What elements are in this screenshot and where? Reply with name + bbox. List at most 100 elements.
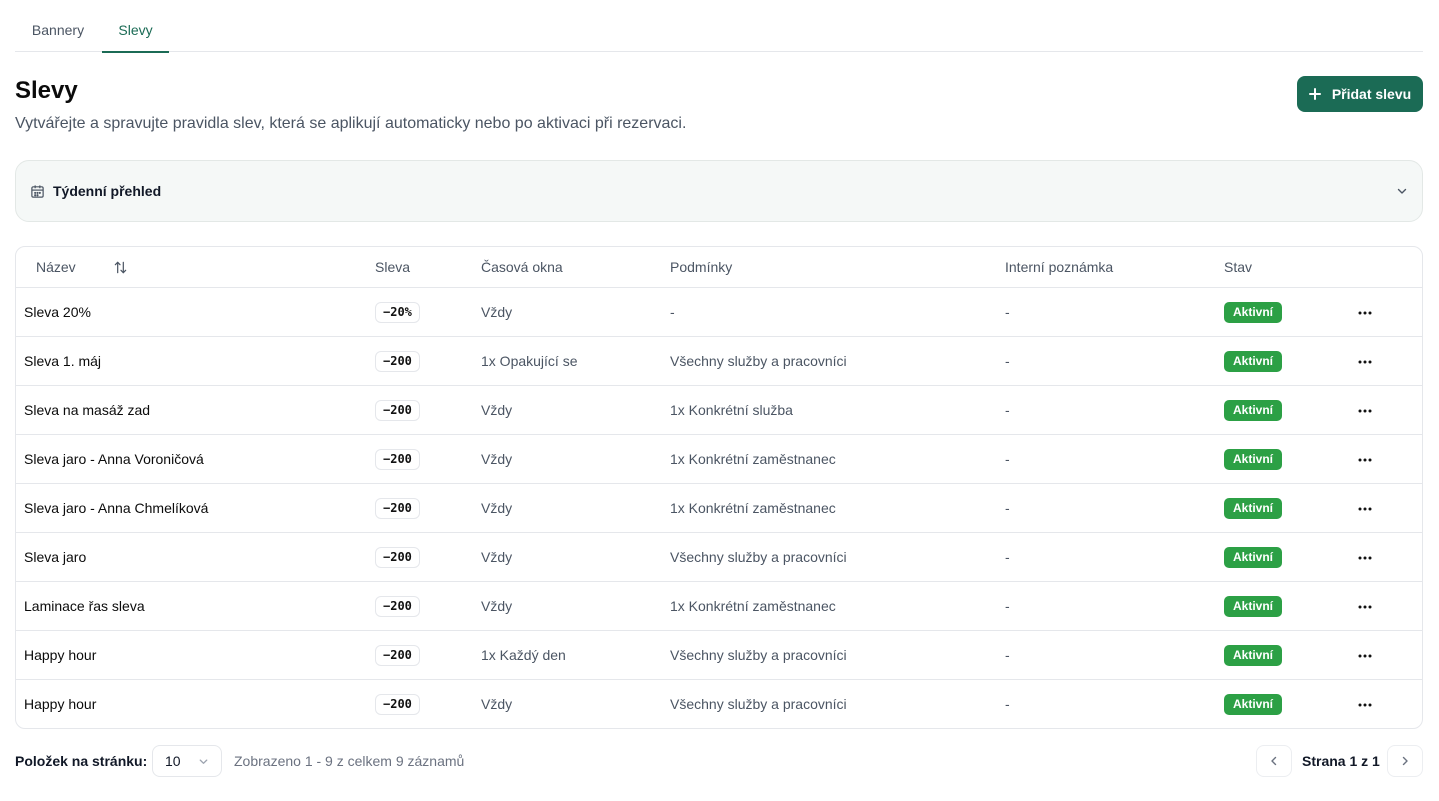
discount-value-cell: −200 (375, 435, 420, 484)
status-cell: Aktivní (1224, 631, 1283, 680)
time-windows-cell: 1x Opakující se (481, 353, 578, 369)
page-size-value: 10 (165, 753, 181, 769)
conditions-cell: 1x Konkrétní zaměstnanec (670, 500, 836, 516)
conditions-cell: Všechny služby a pracovníci (670, 647, 847, 663)
add-discount-button[interactable]: Přidat slevu (1297, 76, 1423, 112)
plus-icon (1308, 88, 1321, 100)
table-body: Sleva 20% −20% Vždy - - Aktivní Sleva 1. máj −2… (16, 288, 1422, 728)
status-badge: Aktivní (1224, 448, 1283, 470)
conditions-cell: Všechny služby a pracovníci (670, 353, 847, 369)
column-header-time-windows: Časová okna (481, 259, 563, 275)
discount-badge: −200 (375, 693, 420, 715)
discount-badge: −200 (375, 644, 420, 666)
time-windows-cell: Vždy (481, 451, 513, 467)
note-cell: - (1005, 549, 1010, 565)
time-windows-cell: Vždy (481, 549, 513, 565)
discount-name: Laminace řas sleva (24, 598, 145, 614)
conditions-cell: Všechny služby a pracovníci (670, 696, 847, 712)
row-actions-button[interactable] (1354, 551, 1376, 565)
chevron-down-icon (1397, 188, 1407, 194)
column-header-name[interactable]: Název (36, 247, 127, 288)
page-title: Slevy (15, 77, 78, 104)
status-cell: Aktivní (1224, 582, 1283, 631)
table-row[interactable]: Sleva jaro −200 Vždy Všechny služby a praco… (16, 533, 1422, 582)
column-header-discount: Sleva (375, 259, 411, 275)
status-cell: Aktivní (1224, 680, 1283, 728)
table-row[interactable]: Sleva jaro - Anna Voroničová −200 Vždy 1x K… (16, 435, 1422, 484)
row-actions-button[interactable] (1354, 404, 1376, 418)
more-horizontal-icon (1358, 311, 1372, 315)
conditions-cell: - (670, 304, 675, 320)
table-row[interactable]: Happy hour −200 1x Každý den Všechny služby… (16, 631, 1422, 680)
row-actions-button[interactable] (1354, 355, 1376, 369)
discount-name: Sleva jaro - Anna Chmelíková (24, 500, 209, 516)
discount-name: Sleva 1. máj (24, 353, 102, 369)
weekly-overview-accordion[interactable]: Týdenní přehled (15, 160, 1423, 222)
status-cell: Aktivní (1224, 386, 1283, 435)
row-actions-button[interactable] (1354, 600, 1376, 614)
previous-page-button[interactable] (1256, 745, 1292, 777)
tab-bar: Bannery Slevy (15, 0, 1423, 53)
status-badge: Aktivní (1224, 301, 1283, 323)
status-cell: Aktivní (1224, 435, 1283, 484)
discount-value-cell: −200 (375, 484, 420, 533)
discount-badge: −200 (375, 546, 420, 568)
page-size-select[interactable]: 10 (152, 745, 222, 777)
chevron-down-icon (199, 758, 208, 764)
status-badge: Aktivní (1224, 497, 1283, 519)
more-horizontal-icon (1358, 605, 1372, 609)
more-horizontal-icon (1358, 654, 1372, 658)
discount-name: Happy hour (24, 696, 97, 712)
row-actions-cell (1354, 533, 1376, 582)
note-cell: - (1005, 304, 1010, 320)
time-windows-cell: 1x Každý den (481, 647, 566, 663)
row-actions-cell (1354, 435, 1376, 484)
table-row[interactable]: Sleva na masáž zad −200 Vždy 1x Konkrétní s… (16, 386, 1422, 435)
time-windows-cell: Vždy (481, 696, 513, 712)
column-header-name-label: Název (36, 259, 76, 275)
discount-value-cell: −20% (375, 288, 420, 337)
tab-bannery[interactable]: Bannery (15, 0, 101, 52)
page-indicator: Strana 1 z 1 (1302, 753, 1380, 769)
row-actions-button[interactable] (1354, 698, 1376, 712)
row-actions-button[interactable] (1354, 453, 1376, 467)
discount-name: Happy hour (24, 647, 97, 663)
row-actions-cell (1354, 337, 1376, 386)
table-row[interactable]: Sleva 1. máj −200 1x Opakující se Všechny s… (16, 337, 1422, 386)
calendar-icon (31, 184, 44, 198)
sort-icon (114, 261, 127, 274)
row-actions-button[interactable] (1354, 502, 1376, 516)
row-actions-cell (1354, 680, 1376, 728)
tab-slevy[interactable]: Slevy (102, 0, 169, 53)
more-horizontal-icon (1358, 703, 1372, 707)
table-row[interactable]: Sleva jaro - Anna Chmelíková −200 Vždy 1x K… (16, 484, 1422, 533)
chevron-left-icon (1271, 756, 1277, 766)
note-cell: - (1005, 500, 1010, 516)
note-cell: - (1005, 647, 1010, 663)
row-actions-button[interactable] (1354, 649, 1376, 663)
discount-value-cell: −200 (375, 631, 420, 680)
more-horizontal-icon (1358, 507, 1372, 511)
more-horizontal-icon (1358, 458, 1372, 462)
status-badge: Aktivní (1224, 546, 1283, 568)
next-page-button[interactable] (1387, 745, 1423, 777)
row-actions-cell (1354, 631, 1376, 680)
chevron-right-icon (1402, 756, 1408, 766)
note-cell: - (1005, 451, 1010, 467)
discount-value-cell: −200 (375, 386, 420, 435)
table-header: Název Sleva Časová okna Podmínky Interní… (16, 247, 1422, 288)
discount-badge: −20% (375, 301, 420, 323)
table-row[interactable]: Happy hour −200 Vždy Všechny služby a praco… (16, 680, 1422, 728)
discount-value-cell: −200 (375, 680, 420, 728)
discount-value-cell: −200 (375, 582, 420, 631)
row-actions-cell (1354, 386, 1376, 435)
row-actions-button[interactable] (1354, 306, 1376, 320)
page-subtitle: Vytvářejte a spravujte pravidla slev, kt… (15, 115, 687, 132)
status-badge: Aktivní (1224, 644, 1283, 666)
table-row[interactable]: Laminace řas sleva −200 Vždy 1x Konkrétní z… (16, 582, 1422, 631)
discount-badge: −200 (375, 350, 420, 372)
row-actions-cell (1354, 288, 1376, 337)
status-cell: Aktivní (1224, 533, 1283, 582)
table-row[interactable]: Sleva 20% −20% Vždy - - Aktivní (16, 288, 1422, 337)
discount-value-cell: −200 (375, 533, 420, 582)
